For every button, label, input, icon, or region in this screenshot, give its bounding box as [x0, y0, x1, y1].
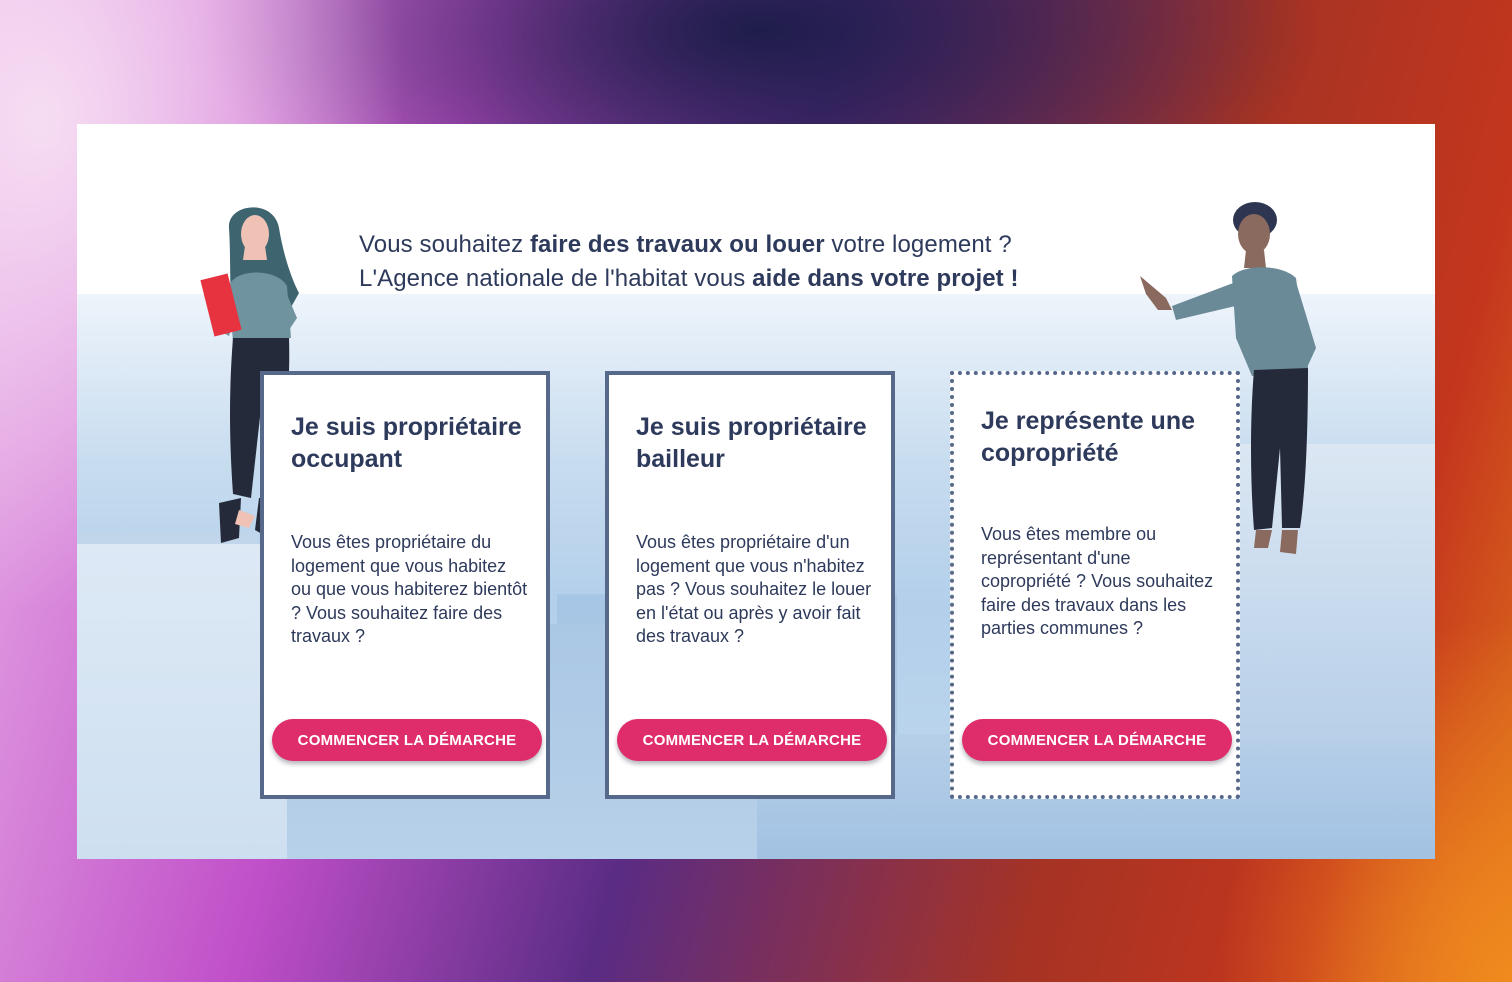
card-copropriete: Je représente une copropriété Vous êtes …	[950, 371, 1240, 799]
tagline-text: L'Agence nationale de l'habitat vous	[359, 265, 753, 292]
tagline-emphasis: aide dans votre projet !	[752, 265, 1019, 292]
card-description: Vous êtes propriétaire du logement que v…	[291, 532, 528, 646]
hero-tagline: Vous souhaitez faire des travaux ou loue…	[359, 228, 1159, 296]
tagline-text: Vous souhaitez	[359, 231, 530, 258]
card-description: Vous êtes propriétaire d'un logement que…	[636, 532, 872, 646]
start-process-button[interactable]: COMMENCER LA DÉMARCHE	[272, 719, 542, 761]
card-title: Je suis propriétaire occupant	[291, 413, 522, 473]
card-description: Vous êtes membre ou représentant d'une c…	[981, 524, 1214, 638]
card-proprietaire-occupant: Je suis propriétaire occupant Vous êtes …	[260, 371, 550, 799]
landing-section: Vous souhaitez faire des travaux ou loue…	[77, 124, 1435, 859]
card-title: Je représente une copropriété	[981, 407, 1195, 467]
start-process-button[interactable]: COMMENCER LA DÉMARCHE	[617, 719, 887, 761]
card-proprietaire-bailleur: Je suis propriétaire bailleur Vous êtes …	[605, 371, 895, 799]
start-process-button[interactable]: COMMENCER LA DÉMARCHE	[962, 719, 1232, 761]
tagline-line-2: L'Agence nationale de l'habitat vous aid…	[359, 262, 1159, 296]
tagline-text: votre logement ?	[824, 231, 1012, 258]
tagline-emphasis: faire des travaux ou louer	[529, 231, 825, 258]
photo-tile	[77, 544, 287, 859]
tagline-line-1: Vous souhaitez faire des travaux ou loue…	[359, 228, 1159, 262]
card-title: Je suis propriétaire bailleur	[636, 413, 867, 473]
